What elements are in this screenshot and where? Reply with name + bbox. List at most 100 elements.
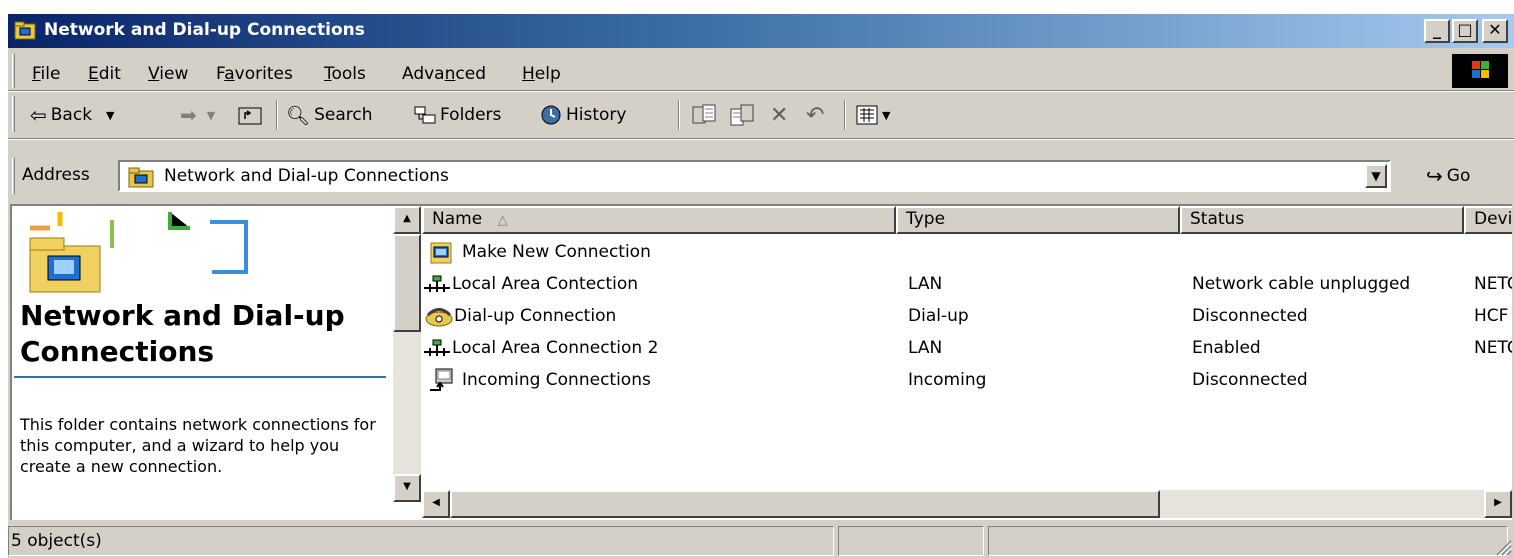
title-bar[interactable]: Network and Dial-up Connections _ □ ✕ [8, 14, 1514, 48]
search-icon: 🔍︎ [286, 104, 311, 127]
status-object-count: 5 object(s) [8, 526, 834, 556]
toolbar-grip[interactable] [12, 96, 15, 132]
undo-button[interactable]: ↶ [806, 102, 824, 128]
history-label: History [566, 105, 627, 125]
back-button[interactable]: ⇦ Back ▼ [30, 102, 115, 128]
sort-ascending-icon: △ [497, 213, 508, 228]
menu-file[interactable]: File [32, 64, 60, 84]
connection-status: Disconnected [1192, 370, 1308, 390]
close-button[interactable]: ✕ [1482, 19, 1508, 43]
list-item[interactable]: Incoming Connections Incoming Disconnect… [422, 366, 1512, 396]
connection-name: Local Area Contection [452, 274, 639, 294]
standard-toolbar: ⇦ Back ▼ ➡ ▼ 🔍︎ Search Folders History ✕… [8, 92, 1514, 136]
up-button[interactable] [238, 102, 262, 128]
list-item[interactable]: Local Area Connection 2 LAN Enabled NETC [422, 334, 1512, 364]
column-header-name[interactable]: Name △ [422, 206, 896, 234]
back-label: Back [50, 105, 93, 125]
scroll-up-button[interactable]: ▲ [393, 206, 421, 234]
forward-button[interactable]: ➡ ▼ [180, 102, 215, 128]
list-item[interactable]: Dial-up Connection Dial-up Disconnected … [422, 302, 1512, 332]
dialup-icon [425, 308, 453, 327]
toolbar-separator [276, 100, 278, 130]
connection-status: Disconnected [1192, 306, 1308, 326]
forward-dropdown-icon[interactable]: ▼ [207, 109, 215, 122]
copy-to-icon [730, 104, 754, 126]
history-button[interactable]: History [540, 102, 626, 128]
views-dropdown-icon[interactable]: ▼ [882, 109, 890, 122]
pane-divider [14, 376, 386, 378]
go-arrow-icon: ↪ [1426, 164, 1443, 188]
connection-type: LAN [908, 338, 943, 358]
menu-tools[interactable]: Tools [324, 64, 366, 84]
views-button[interactable]: ▼ [856, 102, 890, 128]
status-panel [838, 526, 984, 556]
folders-button[interactable]: Folders [414, 102, 501, 128]
minimize-button[interactable]: _ [1424, 19, 1450, 43]
connection-type: Incoming [908, 370, 987, 390]
up-folder-icon [238, 107, 262, 125]
address-dropdown-button[interactable]: ▼ [1365, 164, 1387, 188]
connection-name: Incoming Connections [462, 370, 651, 390]
search-label: Search [314, 105, 373, 125]
list-item[interactable]: Local Area Contection LAN Network cable … [422, 270, 1512, 300]
pane-description: This folder contains network connections… [20, 415, 376, 476]
vertical-scrollbar[interactable]: ▲ ▼ [393, 206, 421, 502]
menu-help[interactable]: Help [522, 64, 561, 84]
folders-label: Folders [440, 105, 502, 125]
connection-device: NETC [1474, 338, 1512, 358]
network-folder-graphic-icon [29, 212, 248, 293]
address-input[interactable]: Network and Dial-up Connections ▼ [118, 160, 1391, 192]
copy-to-button[interactable] [730, 102, 754, 128]
resize-grip-icon[interactable] [1492, 536, 1512, 556]
back-dropdown-icon[interactable]: ▼ [106, 109, 114, 122]
pane-title: Network and Dial-up Connections [20, 299, 345, 368]
move-to-icon [692, 104, 716, 124]
connection-type: LAN [908, 274, 943, 294]
connection-status: Enabled [1192, 338, 1261, 358]
column-header-device[interactable]: Devi [1464, 206, 1512, 234]
menu-view[interactable]: View [148, 64, 188, 84]
toolbar-separator [844, 100, 846, 130]
lan-icon [424, 275, 450, 292]
move-to-button[interactable] [692, 102, 716, 128]
go-label: Go [1446, 166, 1471, 186]
connection-device: HCF [1474, 306, 1509, 326]
content-area: Network and Dial-up Connections This fol… [10, 204, 1512, 520]
menu-bar: File Edit View Favorites Tools Advanced … [8, 50, 1514, 90]
connection-name: Make New Connection [462, 242, 651, 262]
network-folder-icon [14, 21, 36, 40]
vertical-scroll-thumb[interactable] [393, 234, 421, 332]
column-header-status[interactable]: Status [1180, 206, 1464, 234]
connection-type: Dial-up [908, 306, 969, 326]
search-button[interactable]: 🔍︎ Search [286, 102, 373, 128]
menu-advanced[interactable]: Advanced [402, 64, 486, 84]
status-panel [988, 526, 1508, 556]
scroll-right-button[interactable]: ▶ [1484, 490, 1512, 518]
windows-logo-icon [1452, 54, 1508, 88]
connection-name: Dial-up Connection [454, 306, 617, 326]
scroll-down-button[interactable]: ▼ [393, 474, 421, 502]
back-arrow-icon: ⇦ [30, 103, 47, 127]
status-bar: 5 object(s) [8, 524, 1514, 558]
delete-button[interactable]: ✕ [770, 102, 788, 128]
menu-grip[interactable] [12, 54, 15, 88]
delete-icon: ✕ [770, 102, 789, 128]
web-view-pane: Network and Dial-up Connections This fol… [12, 206, 390, 520]
scroll-left-button[interactable]: ◀ [422, 490, 450, 518]
undo-icon: ↶ [806, 102, 825, 128]
go-button[interactable]: ↪ Go [1426, 164, 1470, 188]
horizontal-scrollbar[interactable]: ◀ ▶ [422, 490, 1512, 518]
menu-edit[interactable]: Edit [88, 64, 121, 84]
menu-favorites[interactable]: Favorites [216, 64, 293, 84]
folders-icon [414, 106, 436, 124]
address-value: Network and Dial-up Connections [164, 166, 449, 186]
views-icon [856, 105, 878, 125]
address-grip[interactable] [12, 158, 15, 194]
toolbar-separator [678, 100, 680, 130]
make-new-connection-icon [430, 242, 452, 264]
column-header-type[interactable]: Type [896, 206, 1180, 234]
maximize-button[interactable]: □ [1452, 19, 1478, 43]
band-divider [8, 138, 1514, 140]
horizontal-scroll-thumb[interactable] [450, 490, 1160, 518]
list-item[interactable]: Make New Connection [422, 238, 1512, 268]
